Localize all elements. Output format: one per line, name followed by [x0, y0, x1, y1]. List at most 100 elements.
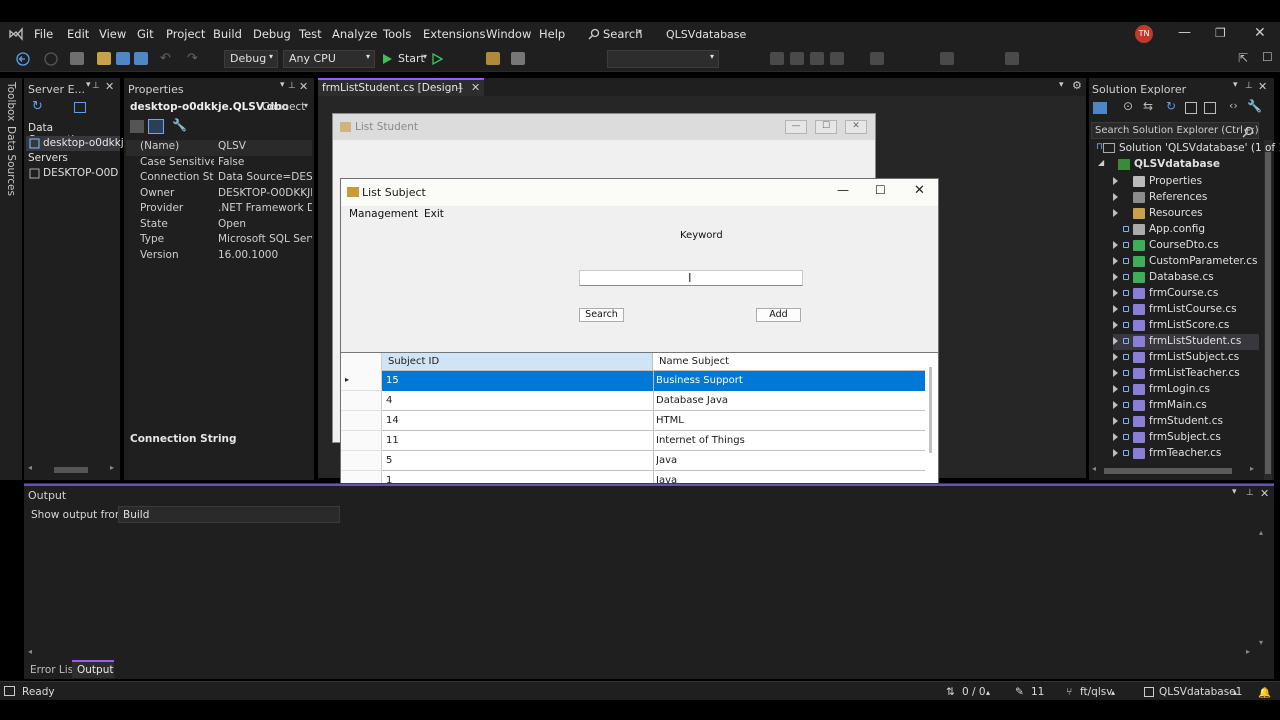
column-header-subject-id[interactable]: Subject ID: [382, 353, 653, 371]
home-icon[interactable]: [1093, 102, 1107, 114]
object-selector[interactable]: desktop-o0dkkje.QLSV.dbo Connect ▾: [126, 99, 312, 116]
output-horizontal-scrollbar[interactable]: ◂ ▸: [28, 647, 1256, 658]
output-vertical-scrollbar[interactable]: ▴ ▾: [1258, 528, 1268, 648]
tab-error-list[interactable]: Error List: [30, 664, 77, 676]
alphabetical-icon[interactable]: [148, 119, 164, 134]
solution-item[interactable]: frmCourse.cs: [1113, 286, 1259, 302]
solution-item[interactable]: frmTeacher.cs: [1113, 446, 1259, 462]
tab-list-dropdown-icon[interactable]: ▾: [1059, 80, 1064, 90]
dropdown-arrow-icon[interactable]: ▾: [280, 80, 285, 90]
share-icon[interactable]: ⇱: [1238, 51, 1248, 65]
save-icon[interactable]: [116, 52, 130, 65]
minimize-icon[interactable]: —: [785, 120, 807, 134]
vertical-scrollbar[interactable]: [1264, 140, 1272, 480]
sync-icon[interactable]: ⇆: [1143, 99, 1153, 113]
make-same-size-icon[interactable]: [870, 52, 884, 65]
solution-horizontal-scrollbar[interactable]: ◂ ▸: [1092, 464, 1258, 475]
solution-item[interactable]: frmListStudent.cs: [1113, 334, 1259, 350]
property-value[interactable]: DESKTOP-O0DKKJE\A: [218, 187, 312, 199]
avatar[interactable]: TN: [1135, 25, 1153, 43]
pin-icon[interactable]: ⊥: [456, 82, 464, 92]
back-navigate-icon[interactable]: [16, 52, 30, 66]
table-row[interactable]: 14 HTML: [382, 411, 925, 431]
close-panel-icon[interactable]: ✕: [105, 80, 114, 93]
menu-file[interactable]: File: [34, 27, 53, 41]
menu-git[interactable]: Git: [137, 27, 154, 41]
property-row[interactable]: Provider .NET Framework Data: [126, 202, 312, 218]
maximize-icon[interactable]: ☐: [815, 120, 837, 134]
keyword-input[interactable]: I: [579, 270, 803, 286]
align-left-icon[interactable]: [770, 52, 784, 65]
start-without-debugging-icon[interactable]: [432, 53, 443, 65]
pending-edits-count[interactable]: 11: [1031, 686, 1044, 698]
pencil-icon[interactable]: ✎: [1015, 686, 1024, 698]
menu-help[interactable]: Help: [539, 27, 565, 41]
refresh-icon[interactable]: ↻: [1166, 99, 1176, 113]
open-folder-icon[interactable]: [97, 52, 111, 65]
redo-icon[interactable]: ↷: [187, 51, 198, 66]
changes-count[interactable]: 0 / 0: [962, 686, 986, 698]
solution-item[interactable]: CustomParameter.cs: [1113, 254, 1259, 270]
menu-debug[interactable]: Debug: [253, 27, 291, 41]
close-tab-icon[interactable]: ✕: [471, 81, 480, 94]
table-row[interactable]: 15 Business Support: [382, 371, 925, 391]
connect-database-icon[interactable]: [74, 102, 86, 113]
menu-window[interactable]: Window: [486, 27, 531, 41]
menu-edit[interactable]: Edit: [67, 27, 89, 41]
solution-item[interactable]: Resources: [1113, 206, 1259, 222]
platform-dropdown[interactable]: Any CPU ▾: [283, 50, 375, 68]
properties-wrench-icon[interactable]: 🔧: [1247, 99, 1262, 113]
solution-item[interactable]: CourseDto.cs: [1113, 238, 1259, 254]
property-value[interactable]: Data Source=DESKTO: [218, 171, 312, 183]
forward-navigate-icon[interactable]: [44, 52, 58, 66]
solution-item[interactable]: frmListTeacher.cs: [1113, 366, 1259, 382]
close-icon[interactable]: ✕: [845, 120, 867, 134]
property-row[interactable]: (Name) QLSV: [126, 140, 312, 156]
property-row[interactable]: Connection String Data Source=DESKTO: [126, 171, 312, 187]
new-project-icon[interactable]: [70, 52, 84, 65]
menu-view[interactable]: View: [99, 27, 126, 41]
row-header[interactable]: [341, 431, 382, 451]
solution-item[interactable]: frmMain.cs: [1113, 398, 1259, 414]
solution-item[interactable]: frmStudent.cs: [1113, 414, 1259, 430]
solution-item[interactable]: App.config: [1113, 222, 1259, 238]
close-panel-icon[interactable]: ✕: [299, 80, 308, 93]
show-all-files-icon[interactable]: [1204, 102, 1216, 114]
property-value[interactable]: Open: [218, 218, 312, 230]
table-row[interactable]: 5 Java: [382, 451, 925, 471]
menu-build[interactable]: Build: [213, 27, 242, 41]
property-pages-icon[interactable]: 🔧: [172, 118, 187, 132]
table-row[interactable]: 4 Database Java: [382, 391, 925, 411]
table-row[interactable]: 11 Internet of Things: [382, 431, 925, 451]
search-menu[interactable]: Search ▾: [586, 25, 648, 43]
configuration-dropdown[interactable]: Debug ▾: [224, 50, 278, 68]
minimize-icon[interactable]: —: [837, 183, 849, 197]
connection-node[interactable]: desktop-o0dkkje: [26, 136, 130, 151]
restore-icon[interactable]: ❐: [1215, 26, 1226, 40]
start-button[interactable]: Start ▾: [380, 51, 432, 68]
add-button[interactable]: Add: [756, 308, 801, 322]
refresh-icon[interactable]: ↻: [32, 99, 43, 114]
servers-node[interactable]: Servers: [28, 152, 68, 164]
row-header[interactable]: [341, 411, 382, 431]
property-row[interactable]: State Open: [126, 218, 312, 234]
tab-output[interactable]: Output: [72, 660, 114, 678]
settings-gear-icon[interactable]: ⚙: [1072, 79, 1082, 92]
property-value[interactable]: False: [218, 156, 312, 168]
close-panel-icon[interactable]: ✕: [1258, 80, 1267, 93]
repository-name[interactable]: QLSVdatabase1: [1159, 686, 1242, 698]
maximize-icon[interactable]: ☐: [875, 183, 886, 197]
center-horizontally-icon[interactable]: [1005, 52, 1019, 65]
solution-search-input[interactable]: Search Solution Explorer (Ctrl+;): [1091, 122, 1259, 139]
property-row[interactable]: Owner DESKTOP-O0DKKJE\A: [126, 187, 312, 203]
notifications-icon[interactable]: 🔔: [1258, 686, 1271, 699]
browse-icon[interactable]: [486, 52, 500, 65]
property-value[interactable]: QLSV: [218, 140, 312, 152]
categorized-icon[interactable]: [130, 120, 144, 133]
output-source-dropdown[interactable]: Build: [118, 506, 340, 523]
solution-item[interactable]: frmSubject.cs: [1113, 430, 1259, 446]
solution-item[interactable]: Database.cs: [1113, 270, 1259, 286]
property-value[interactable]: 16.00.1000: [218, 249, 312, 261]
property-value[interactable]: Microsoft SQL Server: [218, 233, 312, 245]
pin-icon[interactable]: ⊥: [288, 81, 296, 91]
